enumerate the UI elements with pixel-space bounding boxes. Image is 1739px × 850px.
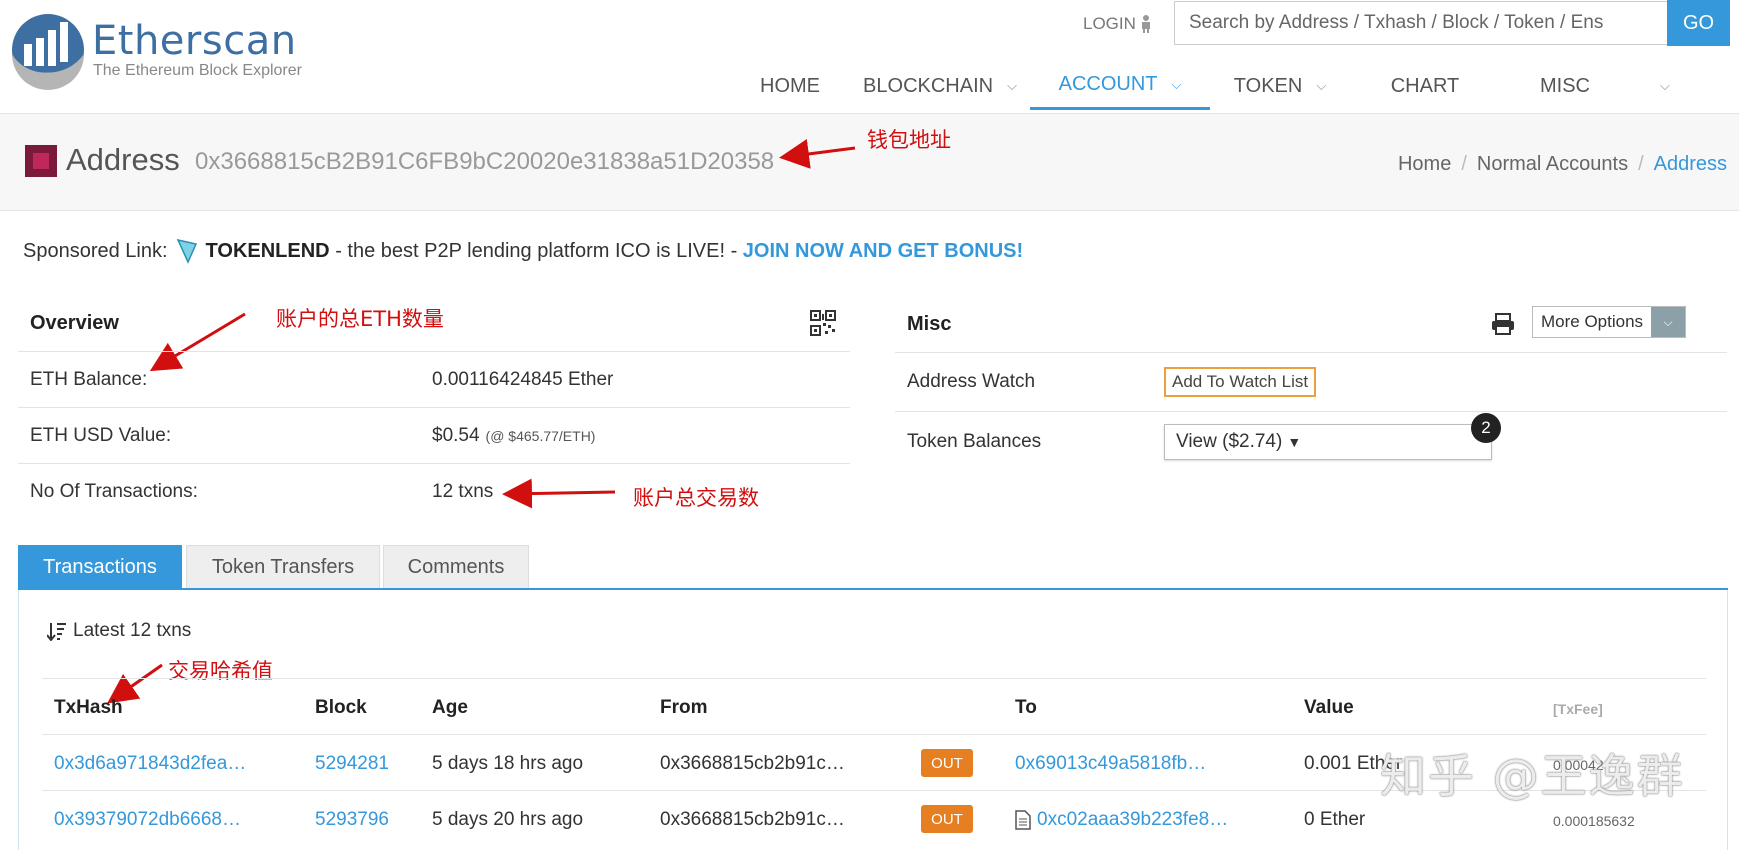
tokenlend-icon (176, 238, 197, 264)
to-address-link[interactable]: 0x69013c49a5818fb… (1015, 753, 1206, 775)
token-balances-value: View ($2.74) (1176, 431, 1283, 452)
contract-file-icon (1015, 810, 1031, 830)
token-balances-dropdown[interactable]: View ($2.74) ▼ (1164, 424, 1492, 460)
tx-value: 0 Ether (1304, 809, 1366, 830)
print-icon[interactable] (1491, 312, 1515, 336)
direction-badge: OUT (921, 805, 973, 833)
txn-count-label: No Of Transactions: (30, 480, 198, 502)
sort-amount-icon (47, 623, 66, 641)
qr-code-icon[interactable] (810, 310, 836, 336)
add-to-watch-list-button[interactable]: Add To Watch List (1164, 367, 1317, 397)
eth-balance-label: ETH Balance: (30, 368, 148, 390)
tab-comments[interactable]: Comments (383, 545, 529, 588)
tx-from: 0x3668815cb2b91c… (660, 753, 845, 774)
token-balances-label: Token Balances (907, 431, 1042, 452)
eth-usd-value: $0.54 (432, 424, 480, 446)
tx-age: 5 days 20 hrs ago (432, 809, 584, 830)
sponsored-link: Sponsored Link: TOKENLEND - the best P2P… (23, 238, 1023, 264)
eth-balance-row: ETH Balance: 0.00116424845 Ether (18, 352, 850, 408)
block-link[interactable]: 5293796 (315, 809, 389, 831)
sponsor-cta-link[interactable]: JOIN NOW AND GET BONUS! (743, 240, 1023, 262)
address-watch-label: Address Watch (907, 371, 1036, 392)
eth-usd-label: ETH USD Value: (30, 424, 172, 446)
sponsor-brand: TOKENLEND (205, 239, 330, 262)
direction-badge: OUT (921, 749, 973, 777)
txn-count-row: No Of Transactions: 12 txns (18, 464, 850, 519)
col-age: Age (432, 697, 468, 718)
txn-count-value: 12 txns (432, 480, 494, 502)
overview-heading: Overview (30, 312, 119, 334)
misc-heading: Misc (907, 312, 952, 335)
table-divider (42, 734, 1706, 735)
misc-header: Misc More Options ⌵ (895, 296, 1727, 353)
sponsor-text: - the best P2P lending platform ICO is L… (329, 239, 743, 262)
overview-header: Overview (18, 296, 850, 352)
table-divider (42, 678, 1706, 679)
token-count-badge: 2 (1471, 413, 1501, 443)
transactions-panel (18, 590, 1728, 850)
tx-age: 5 days 18 hrs ago (432, 753, 584, 774)
col-txfee: [TxFee] (1553, 701, 1603, 717)
col-from: From (660, 697, 708, 718)
col-to: To (1015, 697, 1037, 718)
address-watch-row: Address Watch Add To Watch List (895, 353, 1727, 412)
token-balances-row: Token Balances View ($2.74) ▼ (895, 412, 1727, 472)
block-link[interactable]: 5294281 (315, 753, 389, 775)
more-options-label: More Options (1541, 312, 1644, 331)
eth-price: (@ $465.77/ETH) (485, 427, 596, 444)
tx-from: 0x3668815cb2b91c… (660, 809, 845, 830)
chevron-down-icon: ⌵ (1651, 307, 1686, 337)
annotation-wallet-address: 钱包地址 (867, 128, 951, 152)
tab-transactions[interactable]: Transactions (18, 545, 182, 588)
to-address-link[interactable]: 0xc02aaa39b223fe8… (1037, 809, 1228, 831)
eth-balance-value: 0.00116424845 Ether (432, 368, 614, 390)
more-options-button[interactable]: More Options ⌵ (1532, 306, 1687, 338)
zhihu-watermark: 知乎 @王逸群 (1380, 749, 1685, 803)
caret-down-icon: ▼ (1287, 434, 1302, 450)
txhash-link[interactable]: 0x39379072db6668… (54, 809, 241, 831)
col-block: Block (315, 697, 367, 718)
latest-txns-label: Latest 12 txns (47, 620, 191, 642)
eth-usd-row: ETH USD Value: $0.54 (@ $465.77/ETH) (18, 408, 850, 464)
col-value: Value (1304, 697, 1354, 718)
tx-fee: 0.000185632 (1553, 813, 1635, 829)
latest-txns-text: Latest 12 txns (73, 620, 192, 641)
sponsor-label: Sponsored Link: (23, 239, 168, 262)
col-txhash: TxHash (54, 697, 123, 718)
tab-token-transfers[interactable]: Token Transfers (186, 545, 380, 588)
txhash-link[interactable]: 0x3d6a971843d2fea… (54, 753, 246, 775)
